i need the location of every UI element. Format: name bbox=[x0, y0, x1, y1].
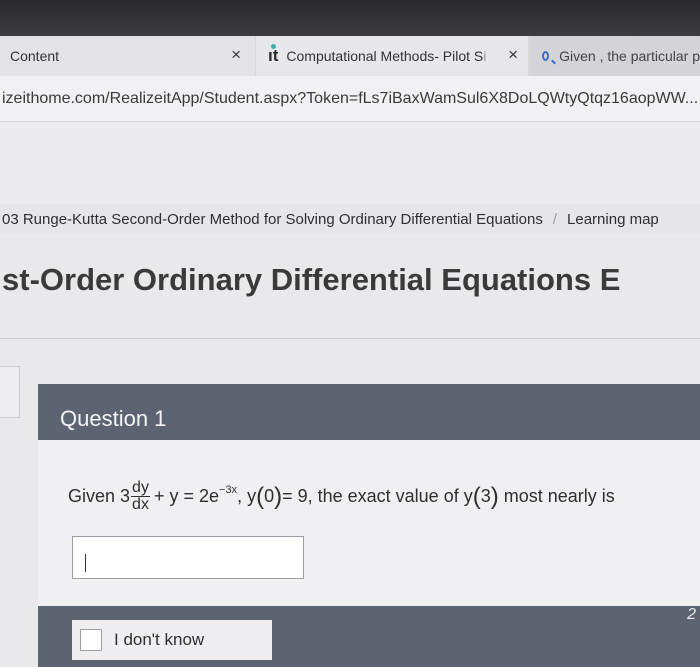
initial-condition-arg: 0 bbox=[264, 486, 275, 506]
question-prefix: Given 3 bbox=[68, 486, 131, 506]
paren-open: ( bbox=[472, 482, 481, 510]
paren-close: ) bbox=[274, 482, 283, 510]
tab-computational-methods[interactable]: ıt Computational Methods- Pilot S i × bbox=[256, 36, 528, 76]
condition-value: = 9, the exact value of bbox=[282, 486, 464, 506]
divider bbox=[0, 338, 700, 339]
fraction-numerator: dy bbox=[131, 479, 150, 497]
close-icon[interactable]: × bbox=[508, 45, 518, 65]
text-cursor bbox=[85, 554, 86, 572]
dont-know-checkbox[interactable] bbox=[80, 629, 102, 651]
derivative-fraction: dy dx bbox=[131, 480, 150, 513]
browser-top-frame bbox=[0, 0, 700, 36]
search-icon bbox=[542, 51, 550, 61]
tab-search-label: Given , the particular p bbox=[559, 48, 700, 64]
paren-open: ( bbox=[256, 482, 265, 510]
paren-close: ) bbox=[490, 482, 499, 510]
question-mid: + y = 2e bbox=[153, 486, 220, 506]
tab-search-result[interactable]: Given , the particular p bbox=[530, 36, 700, 76]
breadcrumb-learning-map[interactable]: Learning map bbox=[567, 211, 659, 228]
close-icon[interactable]: × bbox=[231, 45, 241, 65]
target-argument: 3 bbox=[480, 486, 491, 506]
side-panel-edge bbox=[0, 366, 20, 418]
tab-strip: Content × ıt Computational Methods- Pilo… bbox=[0, 36, 700, 76]
question-body: Given 3 dy dx + y = 2e −3x , y ( 0 ) = 9… bbox=[38, 440, 700, 606]
question-header: Question 1 bbox=[38, 384, 700, 440]
fraction-denominator: dx bbox=[132, 496, 149, 513]
page-header-space bbox=[0, 122, 700, 204]
initial-condition: , y bbox=[237, 486, 257, 506]
question-suffix: most nearly is bbox=[498, 486, 615, 506]
dont-know-option[interactable]: I don't know bbox=[80, 624, 204, 656]
breadcrumb-lesson[interactable]: 03 Runge-Kutta Second-Order Method for S… bbox=[2, 211, 543, 228]
tab-content[interactable]: Content × bbox=[0, 36, 255, 76]
answer-input[interactable] bbox=[72, 536, 304, 579]
question-text: Given 3 dy dx + y = 2e −3x , y ( 0 ) = 9… bbox=[68, 480, 688, 513]
tab-computational-methods-label: Computational Methods- Pilot S bbox=[286, 48, 484, 64]
tab-label-fade: i bbox=[483, 48, 487, 64]
page-indicator: 2 bbox=[687, 606, 696, 623]
tab-content-label: Content bbox=[10, 48, 60, 64]
address-bar[interactable]: izeithome.com/RealizeitApp/Student.aspx?… bbox=[0, 76, 700, 122]
url-text: izeithome.com/RealizeitApp/Student.aspx?… bbox=[2, 89, 699, 107]
exponent: −3x bbox=[219, 483, 238, 496]
target-function: y bbox=[463, 486, 473, 506]
page-title: st-Order Ordinary Differential Equations… bbox=[2, 262, 621, 297]
breadcrumb: 03 Runge-Kutta Second-Order Method for S… bbox=[0, 204, 700, 234]
breadcrumb-separator: / bbox=[552, 210, 558, 228]
question-heading: Question 1 bbox=[60, 406, 167, 431]
realizeit-logo-icon: ıt bbox=[268, 44, 279, 65]
dont-know-label: I don't know bbox=[114, 630, 205, 649]
